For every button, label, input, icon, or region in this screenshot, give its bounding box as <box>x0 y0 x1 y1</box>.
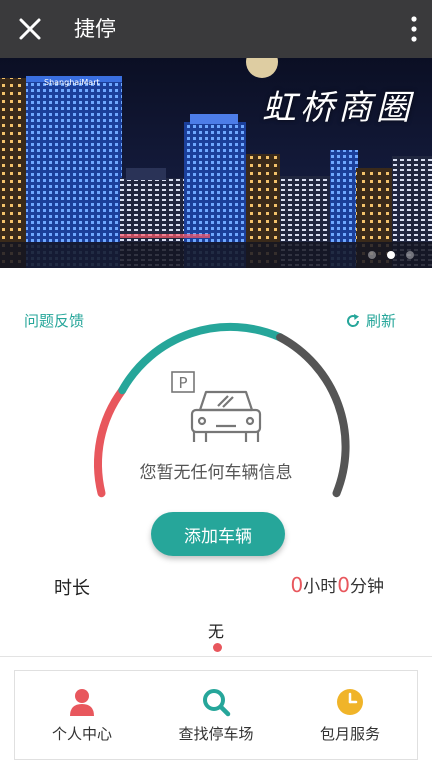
carousel-dot-active[interactable] <box>386 251 395 259</box>
duration-minutes: 0 <box>337 573 350 597</box>
nav-label: 查找停车场 <box>178 725 254 743</box>
nav-item-find-parking[interactable]: 查找停车场 <box>149 671 283 759</box>
hours-unit: 小时 <box>303 577 338 597</box>
promo-banner[interactable]: ShanghaiMart 虹桥商圈 <box>0 58 432 268</box>
parking-sign-icon: P <box>171 371 195 393</box>
search-icon <box>203 689 231 717</box>
banner-caption: 虹桥商圈 <box>262 88 414 128</box>
add-vehicle-button[interactable]: 添加车辆 <box>151 512 285 556</box>
carousel-indicator <box>362 244 414 263</box>
nav-label: 包月服务 <box>319 725 380 743</box>
person-icon <box>70 689 94 716</box>
car-icon <box>190 390 262 442</box>
nav-item-personal-center[interactable]: 个人中心 <box>15 671 149 759</box>
page-title: 捷停 <box>74 17 116 41</box>
nav-label: 个人中心 <box>51 725 112 743</box>
bottom-nav: 个人中心 查找停车场 包月服务 <box>14 670 418 760</box>
clock-icon <box>337 689 363 715</box>
status-label: 无 <box>207 622 224 641</box>
svg-text:ShanghaiMart: ShanghaiMart <box>44 78 100 87</box>
status-indicator-dot <box>213 643 222 652</box>
minutes-unit: 分钟 <box>350 577 384 597</box>
no-car-illustration: P <box>171 371 262 442</box>
duration-label: 时长 <box>54 578 90 599</box>
divider <box>0 656 432 657</box>
carousel-dot[interactable] <box>406 251 414 259</box>
svg-text:P: P <box>178 374 187 392</box>
carousel-dot[interactable] <box>367 251 376 259</box>
duration-hours: 0 <box>290 573 304 597</box>
top-bar: 捷停 <box>0 0 432 58</box>
duration-value: 0小时0分钟 <box>291 572 384 597</box>
close-icon[interactable] <box>16 15 44 43</box>
empty-vehicle-message: 您暂无任何车辆信息 <box>139 463 293 483</box>
more-options-icon[interactable] <box>410 16 418 42</box>
nav-item-monthly-service[interactable]: 包月服务 <box>283 671 417 759</box>
